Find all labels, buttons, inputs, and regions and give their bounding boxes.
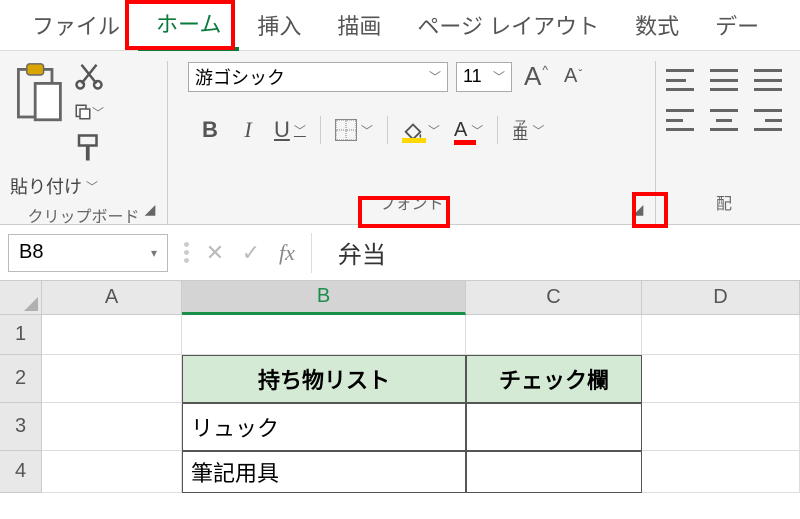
chevron-down-icon: ▾ — [151, 246, 157, 260]
ribbon-tabs: ファイル ホーム 挿入 描画 ページ レイアウト 数式 デー — [0, 0, 800, 50]
tab-data[interactable]: デー — [697, 1, 777, 49]
tab-draw[interactable]: 描画 — [319, 1, 399, 49]
cell-b2[interactable]: 持ち物リスト — [182, 355, 466, 403]
cell-a3[interactable] — [42, 403, 182, 451]
cell-c3[interactable] — [466, 403, 642, 451]
cell-c1[interactable] — [466, 315, 642, 355]
align-left-button[interactable] — [666, 109, 694, 131]
chevron-down-icon: ﹀ — [428, 122, 440, 139]
cell-c2[interactable]: チェック欄 — [466, 355, 642, 403]
paste-icon[interactable] — [10, 61, 66, 127]
align-center-button[interactable] — [710, 109, 738, 131]
cell-d1[interactable] — [642, 315, 800, 355]
confirm-formula-button[interactable]: ✓ — [233, 235, 269, 271]
paste-button[interactable]: 貼り付け﹀ — [10, 173, 157, 199]
separator — [387, 116, 388, 144]
group-font: 游ゴシック﹀ 11﹀ A^ Aˇ B I U﹀ ﹀ ﹀ A﹀ ア亜﹀ フォント … — [168, 61, 656, 224]
chevron-down-icon: ﹀ — [429, 68, 441, 85]
column-header-b[interactable]: B — [182, 281, 466, 315]
increase-font-size-button[interactable]: A^ — [520, 61, 552, 92]
cell-b4[interactable]: 筆記用具 — [182, 451, 466, 493]
cut-icon[interactable] — [74, 61, 104, 91]
formula-bar: B8▾ ✕ ✓ fx — [0, 225, 800, 281]
format-painter-icon[interactable] — [74, 133, 104, 163]
align-right-button[interactable] — [754, 109, 782, 131]
cancel-formula-button[interactable]: ✕ — [197, 235, 233, 271]
group-alignment: 配 — [656, 61, 792, 224]
cell-a4[interactable] — [42, 451, 182, 493]
chevron-down-icon: ﹀ — [361, 122, 373, 139]
font-launcher[interactable]: ◢ — [627, 198, 649, 220]
fx-icon[interactable]: fx — [279, 240, 295, 266]
underline-button[interactable]: U﹀ — [274, 117, 306, 143]
separator — [320, 116, 321, 144]
group-label-clipboard: クリップボード — [21, 199, 145, 231]
drag-handle-icon[interactable] — [184, 242, 189, 263]
fill-color-button[interactable]: ﹀ — [402, 119, 440, 141]
row-header-1[interactable]: 1 — [0, 315, 42, 355]
font-family-select[interactable]: 游ゴシック﹀ — [188, 62, 448, 92]
copy-icon[interactable]: ﹀ — [74, 97, 104, 127]
select-all-corner[interactable] — [0, 281, 42, 315]
chevron-down-icon: ﹀ — [294, 122, 306, 139]
cell-b1[interactable] — [182, 315, 466, 355]
tab-home[interactable]: ホーム — [138, 0, 239, 51]
tab-file[interactable]: ファイル — [14, 1, 138, 49]
cell-c4[interactable] — [466, 451, 642, 493]
borders-button[interactable]: ﹀ — [335, 119, 373, 141]
group-clipboard: ﹀ 貼り付け﹀ クリップボード ◢ — [0, 61, 168, 224]
bold-button[interactable]: B — [198, 117, 222, 143]
cell-d4[interactable] — [642, 451, 800, 493]
name-box[interactable]: B8▾ — [8, 234, 168, 272]
chevron-down-icon: ﹀ — [471, 122, 483, 139]
separator — [497, 116, 498, 144]
align-bottom-button[interactable] — [754, 69, 782, 91]
ribbon: ﹀ 貼り付け﹀ クリップボード ◢ 游ゴシック﹀ 11﹀ A^ Aˇ B I U… — [0, 50, 800, 225]
row-header-2[interactable]: 2 — [0, 355, 42, 403]
spreadsheet-grid: A B C D 1 2 持ち物リスト チェック欄 3 リュック 4 筆記用具 — [0, 281, 800, 493]
decrease-font-size-button[interactable]: Aˇ — [560, 65, 586, 88]
cell-d3[interactable] — [642, 403, 800, 451]
column-header-c[interactable]: C — [466, 281, 642, 315]
clipboard-launcher[interactable]: ◢ — [139, 198, 161, 220]
group-label-alignment: 配 — [666, 186, 782, 218]
tab-formulas[interactable]: 数式 — [617, 1, 697, 49]
phonetic-guide-button[interactable]: ア亜﹀ — [512, 120, 544, 140]
chevron-down-icon: ﹀ — [86, 178, 98, 195]
tab-insert[interactable]: 挿入 — [239, 1, 319, 49]
row-header-3[interactable]: 3 — [0, 403, 42, 451]
font-size-select[interactable]: 11﹀ — [456, 62, 512, 92]
chevron-down-icon: ﹀ — [493, 68, 505, 85]
chevron-down-icon: ﹀ — [532, 122, 544, 139]
tab-pagelayout[interactable]: ページ レイアウト — [399, 1, 617, 49]
cell-d2[interactable] — [642, 355, 800, 403]
cell-a1[interactable] — [42, 315, 182, 355]
font-color-button[interactable]: A﹀ — [454, 119, 483, 142]
row-header-4[interactable]: 4 — [0, 451, 42, 493]
column-header-a[interactable]: A — [42, 281, 182, 315]
formula-input[interactable] — [318, 239, 800, 267]
align-middle-button[interactable] — [710, 69, 738, 91]
italic-button[interactable]: I — [236, 117, 260, 143]
column-header-d[interactable]: D — [642, 281, 800, 315]
separator — [311, 233, 312, 273]
cell-b3[interactable]: リュック — [182, 403, 466, 451]
align-top-button[interactable] — [666, 69, 694, 91]
cell-a2[interactable] — [42, 355, 182, 403]
group-label-font: フォント — [178, 186, 645, 218]
